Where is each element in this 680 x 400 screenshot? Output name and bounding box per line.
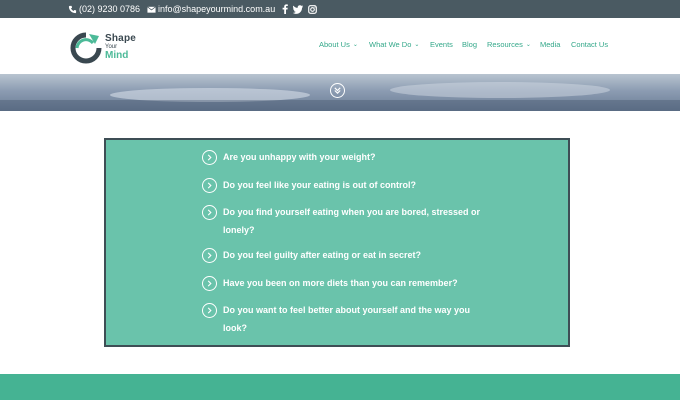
phone-link[interactable]: (02) 9230 0786	[68, 0, 140, 18]
chevron-right-circle-icon	[202, 276, 217, 291]
phone-number: (02) 9230 0786	[79, 4, 141, 14]
nav-label: Blog	[462, 40, 478, 49]
nav-blog[interactable]: Blog	[462, 40, 477, 49]
instagram-icon[interactable]	[307, 3, 318, 15]
chevron-down-icon: ⌄	[352, 42, 358, 48]
nav-label: What We Do	[369, 40, 412, 49]
email-link[interactable]: info@shapeyourmind.com.au	[147, 0, 275, 18]
email-address: info@shapeyourmind.com.au	[158, 4, 276, 14]
question-text: Have you been on more diets than you can…	[223, 278, 458, 288]
nav-label: Resources	[487, 40, 523, 49]
nav-label: Contact Us	[571, 40, 609, 49]
envelope-icon	[147, 5, 156, 14]
question-item: Have you been on more diets than you can…	[202, 276, 482, 292]
nav-about-us[interactable]: About Us ⌄	[319, 40, 358, 49]
twitter-icon[interactable]	[292, 3, 303, 15]
chevron-down-icon: ⌄	[525, 42, 531, 48]
nav-events[interactable]: Events	[430, 40, 453, 49]
top-bar: (02) 9230 0786 info@shapeyourmind.com.au	[0, 0, 680, 18]
question-text: Do you feel guilty after eating or eat i…	[223, 250, 422, 260]
nav-what-we-do[interactable]: What We Do ⌄	[369, 40, 419, 49]
logo-mark-icon	[70, 32, 102, 64]
chevron-right-circle-icon	[202, 205, 217, 220]
logo-text-mind: Mind	[105, 50, 129, 61]
question-text: Are you unhappy with your weight?	[223, 152, 376, 162]
nav-contact-us[interactable]: Contact Us	[571, 40, 608, 49]
chevron-right-circle-icon	[202, 150, 217, 165]
question-item: Do you feel guilty after eating or eat i…	[202, 248, 482, 264]
phone-icon	[68, 5, 77, 14]
site-logo[interactable]: Shape Your Mind	[69, 32, 141, 64]
nav-label: Events	[430, 40, 453, 49]
facebook-icon[interactable]	[279, 3, 290, 15]
nav-label: About Us	[319, 40, 350, 49]
question-text: Do you feel like your eating is out of c…	[223, 180, 417, 190]
double-chevron-down-icon	[334, 87, 341, 95]
question-item: Do you want to feel better about yoursel…	[202, 303, 482, 337]
site-header: Shape Your Mind About Us ⌄ What We Do ⌄ …	[0, 18, 680, 74]
nav-media[interactable]: Media	[540, 40, 560, 49]
chevron-right-circle-icon	[202, 303, 217, 318]
nav-label: Media	[540, 40, 561, 49]
hero-banner	[0, 74, 680, 111]
chevron-right-circle-icon	[202, 178, 217, 193]
footer-band	[0, 374, 680, 400]
logo-text-shape: Shape	[105, 33, 137, 44]
question-text: Do you find yourself eating when you are…	[223, 207, 481, 235]
question-item: Do you find yourself eating when you are…	[202, 205, 482, 239]
chevron-down-icon: ⌄	[414, 42, 420, 48]
question-item: Do you feel like your eating is out of c…	[202, 178, 482, 194]
hero-cloud	[390, 82, 610, 98]
nav-resources[interactable]: Resources ⌄	[487, 40, 531, 49]
questions-box: Are you unhappy with your weight? Do you…	[104, 138, 570, 347]
hero-shadow	[0, 100, 680, 111]
chevron-right-circle-icon	[202, 248, 217, 263]
scroll-down-button[interactable]	[330, 83, 345, 98]
question-item: Are you unhappy with your weight?	[202, 150, 482, 166]
question-text: Do you want to feel better about yoursel…	[223, 305, 471, 333]
